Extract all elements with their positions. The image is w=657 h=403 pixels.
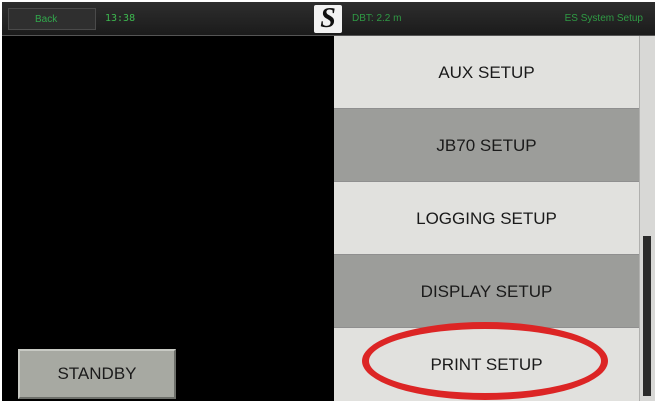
scrollbar-thumb[interactable] xyxy=(643,236,651,396)
application-screen: Back 13:38 S DBT: 2.2 m ES System Setup … xyxy=(0,0,657,403)
menu-scrollbar[interactable] xyxy=(639,36,655,401)
setup-menu: AUX SETUP JB70 SETUP LOGGING SETUP DISPL… xyxy=(334,36,639,401)
back-button[interactable]: Back xyxy=(8,8,96,30)
menu-item-jb70-setup[interactable]: JB70 SETUP xyxy=(334,109,639,182)
status-bar: Back 13:38 S DBT: 2.2 m ES System Setup xyxy=(2,2,655,36)
menu-item-display-setup[interactable]: DISPLAY SETUP xyxy=(334,255,639,328)
standby-button[interactable]: STANDBY xyxy=(18,349,176,399)
clock-time: 13:38 xyxy=(105,13,136,24)
menu-item-print-setup[interactable]: PRINT SETUP xyxy=(334,328,639,401)
menu-item-aux-setup[interactable]: AUX SETUP xyxy=(334,36,639,109)
display-area xyxy=(2,36,334,401)
brand-logo-icon: S xyxy=(314,5,342,33)
menu-item-logging-setup[interactable]: LOGGING SETUP xyxy=(334,182,639,255)
page-title: ES System Setup xyxy=(564,13,643,24)
depth-readout: DBT: 2.2 m xyxy=(352,13,402,24)
